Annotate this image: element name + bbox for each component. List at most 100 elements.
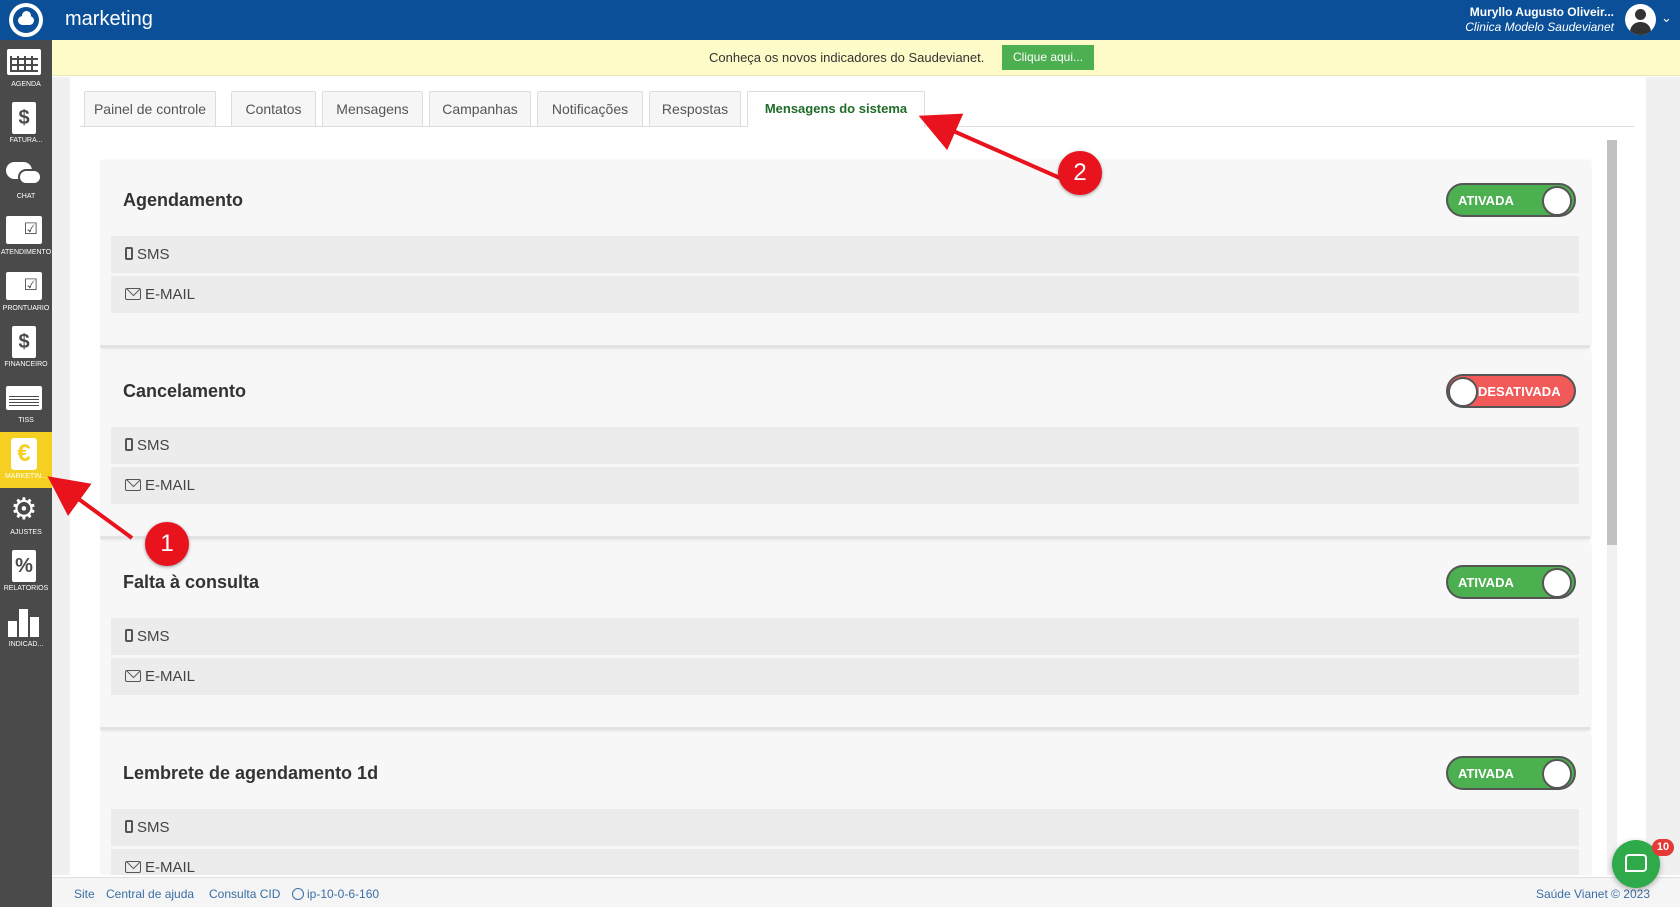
user-info[interactable]: Muryllo Augusto Oliveir... Clinica Model… <box>1465 5 1614 34</box>
sidebar-item-label: TISS <box>18 417 34 424</box>
channel-row-sms[interactable]: SMS <box>111 236 1579 273</box>
channel-label: E-MAIL <box>145 668 196 685</box>
sidebar-item-label: ATENDIMENTO <box>0 249 52 256</box>
status-toggle[interactable]: ATIVADA <box>1446 756 1576 790</box>
attendance-folder-icon: ☑ <box>6 214 42 246</box>
copyright: Saúde Vianet © 2023 <box>1535 887 1650 901</box>
sidebar-item-label: FINANCEIRO <box>4 361 48 368</box>
message-card-lembrete-1d: Lembrete de agendamento 1d ATIVADA SMS E… <box>100 733 1590 875</box>
toggle-knob <box>1542 568 1572 598</box>
status-toggle[interactable]: DESATIVADA <box>1446 374 1576 408</box>
tab-bar: Painel de controle Contatos Mensagens Ca… <box>80 91 1634 127</box>
message-card-falta-a-consulta: Falta à consulta ATIVADA SMS E-MAIL <box>100 542 1590 730</box>
status-toggle[interactable]: ATIVADA <box>1446 565 1576 599</box>
envelope-icon <box>125 670 141 682</box>
sidebar-item-marketing[interactable]: € MARKETIN... <box>0 432 52 488</box>
sidebar-item-prontuario[interactable]: ☑ PRONTUÁRIO <box>0 264 52 320</box>
channel-row-email[interactable]: E-MAIL <box>111 276 1579 313</box>
sidebar-item-faturamento[interactable]: $ FATURA... <box>0 96 52 152</box>
channel-label: SMS <box>137 819 170 836</box>
channel-label: SMS <box>137 437 170 454</box>
chevron-down-icon[interactable]: ⌄ <box>1661 10 1672 26</box>
toggle-label: DESATIVADA <box>1478 384 1561 399</box>
percent-report-icon: % <box>6 550 42 582</box>
footer-link-consulta-cid[interactable]: Consulta CID <box>209 887 280 901</box>
sidebar: AGENDA $ FATURA... CHAT ☑ ATENDIMENTO ☑ … <box>0 40 52 907</box>
mobile-phone-icon <box>125 629 133 642</box>
tab-mensagens[interactable]: Mensagens <box>322 91 423 126</box>
channel-label: SMS <box>137 628 170 645</box>
notice-banner: Conheça os novos indicadores do Saudevia… <box>52 40 1680 76</box>
channel-label: E-MAIL <box>145 859 196 875</box>
toggle-label: ATIVADA <box>1458 766 1514 781</box>
footer-link-site[interactable]: Site <box>74 887 95 901</box>
sidebar-item-label: INDICAD... <box>8 641 44 648</box>
channel-row-email[interactable]: E-MAIL <box>111 467 1579 504</box>
envelope-icon <box>125 288 141 300</box>
tiss-icon <box>6 382 42 414</box>
sidebar-item-label: PRONTUÁRIO <box>2 305 50 312</box>
toggle-label: ATIVADA <box>1458 575 1514 590</box>
annotation-marker-1: 1 <box>145 522 189 566</box>
globe-icon <box>292 888 304 900</box>
sidebar-item-label: AJUSTES <box>10 529 42 536</box>
footer-link-central-de-ajuda[interactable]: Central de ajuda <box>106 887 194 901</box>
status-toggle[interactable]: ATIVADA <box>1446 183 1576 217</box>
scrollbar[interactable] <box>1607 140 1617 545</box>
sidebar-item-agenda[interactable]: AGENDA <box>0 40 52 96</box>
sidebar-item-label: FATURA... <box>9 137 43 144</box>
calendar-icon <box>6 46 42 78</box>
sidebar-item-label: AGENDA <box>11 81 41 88</box>
envelope-icon <box>125 861 141 873</box>
sidebar-item-ajustes[interactable]: ⚙ AJUSTES <box>0 488 52 544</box>
card-title: Lembrete de agendamento 1d <box>123 763 379 783</box>
card-title: Cancelamento <box>123 381 247 401</box>
sidebar-item-indicadores[interactable]: INDICAD... <box>0 600 52 656</box>
sidebar-item-tiss[interactable]: TISS <box>0 376 52 432</box>
clinic-name: Clinica Modelo Saudevianet <box>1465 20 1614 34</box>
mobile-phone-icon <box>125 247 133 260</box>
mobile-phone-icon <box>125 438 133 451</box>
user-name: Muryllo Augusto Oliveir... <box>1469 5 1614 19</box>
chat-bubble-icon <box>1625 854 1647 872</box>
tab-respostas[interactable]: Respostas <box>649 91 741 126</box>
channel-label: E-MAIL <box>145 286 196 303</box>
cloud-logo-icon[interactable] <box>9 3 43 37</box>
channel-row-email[interactable]: E-MAIL <box>111 849 1579 875</box>
avatar[interactable] <box>1625 4 1656 35</box>
channel-row-email[interactable]: E-MAIL <box>111 658 1579 695</box>
tab-notificacoes[interactable]: Notificações <box>537 91 643 126</box>
tab-painel-de-controle[interactable]: Painel de controle <box>84 91 216 126</box>
toggle-label: ATIVADA <box>1458 193 1514 208</box>
message-card-cancelamento: Cancelamento DESATIVADA SMS E-MAIL <box>100 351 1590 539</box>
footer: Site Central de ajuda Consulta CID ip-10… <box>52 877 1680 907</box>
notice-button[interactable]: Clique aqui... <box>1002 45 1094 70</box>
chat-icon <box>6 158 42 190</box>
sidebar-item-relatorios[interactable]: % RELATÓRIOS <box>0 544 52 600</box>
records-folder-icon: ☑ <box>6 270 42 302</box>
sidebar-item-label: RELATÓRIOS <box>3 585 49 592</box>
page-title: marketing <box>65 8 153 30</box>
tab-mensagens-do-sistema[interactable]: Mensagens do sistema <box>747 91 925 127</box>
message-card-agendamento: Agendamento ATIVADA SMS E-MAIL <box>100 160 1590 348</box>
notice-text: Conheça os novos indicadores do Saudevia… <box>709 50 985 65</box>
channel-label: SMS <box>137 246 170 263</box>
gear-icon: ⚙ <box>10 493 38 526</box>
card-title: Agendamento <box>123 190 244 210</box>
toggle-knob <box>1542 186 1572 216</box>
sidebar-item-label: MARKETIN... <box>4 473 47 480</box>
financial-icon: $ <box>6 326 42 358</box>
channel-row-sms[interactable]: SMS <box>111 618 1579 655</box>
sidebar-item-label: CHAT <box>16 193 36 200</box>
sidebar-item-chat[interactable]: CHAT <box>0 152 52 208</box>
envelope-icon <box>125 479 141 491</box>
sidebar-item-atendimento[interactable]: ☑ ATENDIMENTO <box>0 208 52 264</box>
channel-row-sms[interactable]: SMS <box>111 427 1579 464</box>
mobile-phone-icon <box>125 820 133 833</box>
channel-label: E-MAIL <box>145 477 196 494</box>
card-title: Falta à consulta <box>123 572 260 592</box>
channel-row-sms[interactable]: SMS <box>111 809 1579 846</box>
tab-campanhas[interactable]: Campanhas <box>429 91 531 126</box>
sidebar-item-financeiro[interactable]: $ FINANCEIRO <box>0 320 52 376</box>
tab-contatos[interactable]: Contatos <box>231 91 316 126</box>
